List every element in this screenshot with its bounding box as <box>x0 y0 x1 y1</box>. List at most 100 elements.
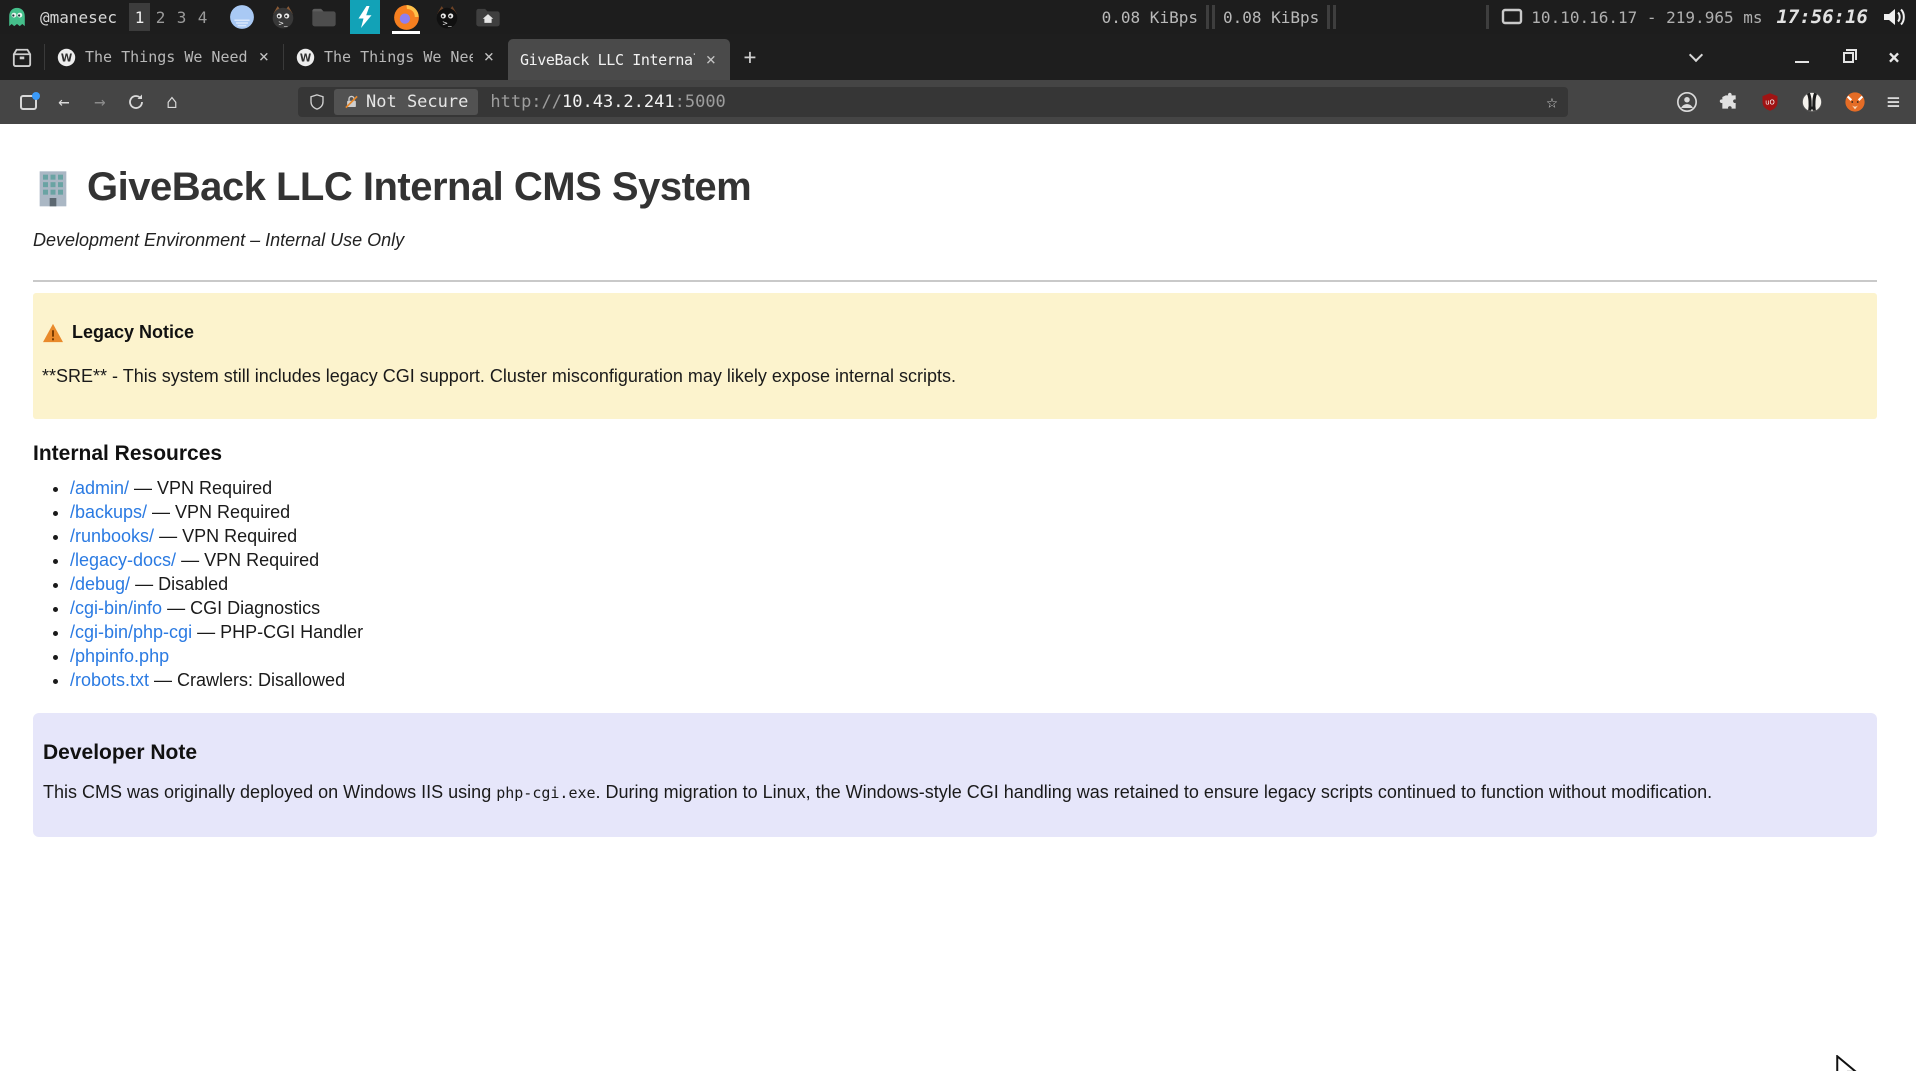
monitor-icon <box>1501 8 1523 26</box>
svg-text:>_: >_ <box>278 19 288 28</box>
host-latency: 10.10.16.17 - 219.965 ms <box>1531 8 1762 27</box>
folder-icon[interactable] <box>309 0 339 34</box>
workspace-1[interactable]: 1 <box>129 3 150 31</box>
toolbox-icon <box>11 47 33 67</box>
workspace-2[interactable]: 2 <box>150 3 171 31</box>
resource-desc: — PHP-CGI Handler <box>192 622 363 642</box>
resource-desc: — VPN Required <box>176 550 319 570</box>
office-building-icon <box>33 168 73 208</box>
url-port: :5000 <box>675 92 726 112</box>
resource-link[interactable]: /cgi-bin/php-cgi <box>70 622 192 642</box>
tab-1[interactable]: W The Things We Need – × <box>45 34 283 80</box>
back-button[interactable]: ← <box>46 91 82 113</box>
wordpress-icon: W <box>296 48 315 67</box>
tab-title: The Things We Need – <box>85 48 248 66</box>
screen: @manesec 1 2 3 4 >_ <box>0 0 1916 1071</box>
ublock-origin-icon[interactable]: uO <box>1760 92 1780 112</box>
extension-icons: uO ≡ <box>1676 90 1900 115</box>
resources-heading: Internal Resources <box>33 442 1877 466</box>
resource-link[interactable]: /legacy-docs/ <box>70 550 176 570</box>
list-item: /cgi-bin/info — CGI Diagnostics <box>70 599 1877 617</box>
firefox-view-button[interactable] <box>0 34 44 80</box>
close-icon[interactable]: × <box>257 47 271 67</box>
warning-icon <box>42 323 64 343</box>
net-download: 0.08 KiBps <box>1102 8 1198 27</box>
list-item: /robots.txt — Crawlers: Disallowed <box>70 671 1877 689</box>
legacy-notice-title: Legacy Notice <box>42 322 1868 343</box>
resource-desc: — VPN Required <box>147 502 290 522</box>
wordpress-icon: W <box>57 48 76 67</box>
tab-bar: W The Things We Need – × W The Things We… <box>0 34 1916 80</box>
firefox-view-icon[interactable] <box>10 95 46 110</box>
tab-2[interactable]: W The Things We Need × <box>284 34 508 80</box>
security-chip[interactable]: Not Secure <box>334 89 478 115</box>
legacy-notice-box: Legacy Notice **SRE** - This system stil… <box>33 293 1877 419</box>
list-item: /cgi-bin/php-cgi — PHP-CGI Handler <box>70 623 1877 641</box>
tab-3-active[interactable]: GiveBack LLC Internal CM × <box>508 39 730 80</box>
bookmark-star-icon[interactable]: ☆ <box>1546 91 1557 113</box>
lightning-icon[interactable] <box>350 0 380 34</box>
developer-note-title: Developer Note <box>43 741 1867 765</box>
menu-icon[interactable]: ≡ <box>1887 90 1900 115</box>
close-icon[interactable]: × <box>704 50 718 70</box>
net-upload: 0.08 KiBps <box>1223 8 1319 27</box>
home-button[interactable]: ⌂ <box>154 91 190 113</box>
list-item: /debug/ — Disabled <box>70 575 1877 593</box>
resource-link[interactable]: /runbooks/ <box>70 526 154 546</box>
status-right: 0.08 KiBps 0.08 KiBps 10.10.16.17 - 219.… <box>1102 5 1916 29</box>
shield-icon[interactable] <box>308 92 326 112</box>
app-tray: >_ <box>227 0 503 34</box>
window-close-button[interactable]: × <box>1888 45 1900 69</box>
tab-title: GiveBack LLC Internal CM <box>520 51 695 69</box>
svg-text:W: W <box>300 52 312 64</box>
minimize-button[interactable] <box>1795 61 1809 63</box>
nav-toolbar: ← → ⌂ Not Secure http://10.43.2.241:5000… <box>0 80 1916 124</box>
resource-link[interactable]: /cgi-bin/info <box>70 598 162 618</box>
url-bar[interactable]: Not Secure http://10.43.2.241:5000 ☆ <box>298 87 1568 117</box>
workspace-4[interactable]: 4 <box>192 3 213 31</box>
list-item: /runbooks/ — VPN Required <box>70 527 1877 545</box>
url-scheme: http:// <box>490 92 562 112</box>
speaker-icon[interactable] <box>1882 6 1908 28</box>
svg-text:>_: >_ <box>442 19 452 28</box>
resources-list: /admin/ — VPN Required /backups/ — VPN R… <box>33 479 1877 689</box>
mouse-cursor <box>1833 1055 1859 1071</box>
clock: 17:56:16 <box>1776 6 1868 28</box>
list-item: /phpinfo.php <box>70 647 1877 665</box>
tab-list-chevron-icon[interactable] <box>1689 48 1703 62</box>
resource-link[interactable]: /admin/ <box>70 478 129 498</box>
restore-button[interactable] <box>1843 52 1854 63</box>
developer-note-body: This CMS was originally deployed on Wind… <box>43 782 1867 803</box>
resource-desc: — Crawlers: Disallowed <box>149 670 345 690</box>
user-tag: @manesec <box>40 8 117 27</box>
top-status-bar: @manesec 1 2 3 4 >_ <box>0 0 1916 34</box>
security-label: Not Secure <box>366 92 468 112</box>
foxyproxy-icon[interactable] <box>1844 91 1866 113</box>
forward-button[interactable]: → <box>82 91 118 113</box>
reload-button[interactable] <box>118 93 154 111</box>
close-icon[interactable]: × <box>482 47 496 67</box>
kitty-terminal-icon[interactable]: >_ <box>268 0 298 34</box>
legacy-notice-body: **SRE** - This system still includes leg… <box>42 366 1868 387</box>
list-item: /admin/ — VPN Required <box>70 479 1877 497</box>
url-text[interactable]: http://10.43.2.241:5000 <box>490 92 725 112</box>
kitty-terminal-dark-icon[interactable]: >_ <box>432 0 462 34</box>
resource-link[interactable]: /phpinfo.php <box>70 646 169 666</box>
svg-text:uO: uO <box>1765 99 1774 107</box>
window-controls: × <box>1691 34 1916 80</box>
resource-link[interactable]: /robots.txt <box>70 670 149 690</box>
resource-link[interactable]: /debug/ <box>70 574 130 594</box>
firefox-icon[interactable] <box>391 0 421 34</box>
account-icon[interactable] <box>1676 91 1698 113</box>
workspace-3[interactable]: 3 <box>171 3 192 31</box>
planet-icon[interactable] <box>227 0 257 34</box>
lock-slash-icon <box>344 94 359 110</box>
workspace-switcher: 1 2 3 4 <box>129 3 213 31</box>
home-folder-icon[interactable] <box>473 0 503 34</box>
resource-link[interactable]: /backups/ <box>70 502 147 522</box>
page-content: GiveBack LLC Internal CMS System Develop… <box>0 124 1916 1071</box>
privacy-badger-icon[interactable] <box>1801 91 1823 113</box>
code-inline: php-cgi.exe <box>496 784 595 802</box>
extensions-puzzle-icon[interactable] <box>1719 92 1739 112</box>
new-tab-button[interactable]: + <box>730 34 770 80</box>
